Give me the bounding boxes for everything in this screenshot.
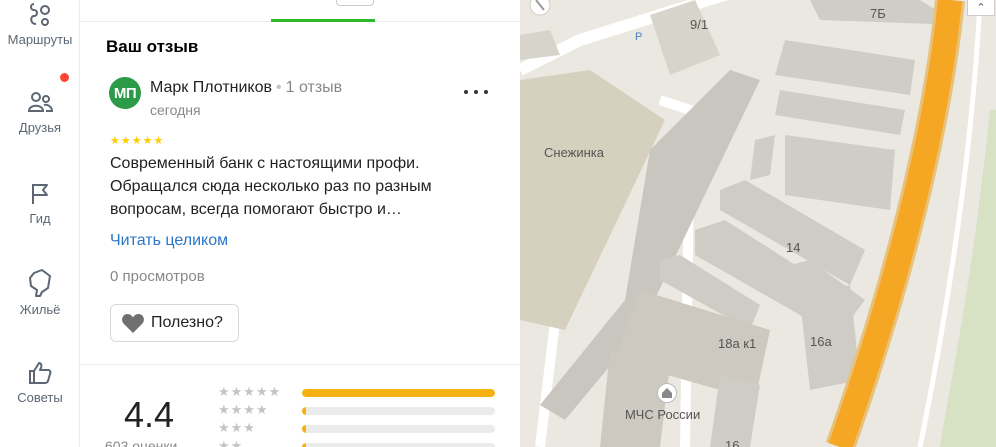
more-dot-icon (474, 90, 478, 94)
review-author-line: Марк Плотников • 1 отзыв (150, 79, 342, 97)
map-label-16: 16 (725, 438, 740, 447)
review-date: сегодня (150, 102, 201, 118)
guide-flag-icon (32, 184, 48, 204)
rating-bar-fill (302, 425, 306, 433)
rating-bar-fill (302, 389, 495, 397)
rating-value: 4.4 (124, 394, 175, 435)
rating-bar-fill (302, 443, 306, 447)
panel-tabs (80, 0, 520, 22)
map-scroll-up-button[interactable]: ⌃ (967, 0, 995, 16)
rating-row-stars: ★★★★★ (218, 384, 282, 399)
map-view[interactable]: P 9/1 7Б Снежинка 14 18а к1 16а МЧС Росс… (520, 0, 996, 447)
svg-text:P: P (635, 31, 642, 43)
rating-bar-track (302, 389, 495, 397)
review-stars: ★★★★★ (110, 135, 165, 147)
nav-item-guide[interactable]: Гид (0, 181, 80, 226)
map-label-9-1: 9/1 (690, 17, 709, 32)
nav-item-friends[interactable]: Друзья (0, 90, 80, 135)
nav-label-friends: Друзья (18, 120, 62, 135)
active-tab-indicator (271, 19, 375, 22)
map-label-16a: 16а (810, 334, 832, 349)
useful-label: Полезно? (151, 314, 223, 331)
rating-bar-track (302, 443, 495, 447)
rating-row-stars: ★★★ (218, 420, 256, 435)
nav-item-tips[interactable]: Советы (0, 360, 80, 405)
review-text: Современный банк с настоящими профи. Обр… (110, 155, 432, 218)
left-navigation: Маршруты Друзья Гид Жильё Советы (0, 0, 80, 447)
routes-icon (30, 3, 50, 26)
more-dot-icon (464, 90, 468, 94)
nav-label-housing: Жильё (19, 302, 61, 317)
more-options-button[interactable] (464, 82, 488, 102)
nav-item-routes[interactable]: Маршруты (0, 2, 80, 47)
thumb-up-icon (29, 362, 52, 384)
read-more-link[interactable]: Читать целиком (110, 232, 228, 250)
separator-dot: • (276, 79, 282, 96)
section-title: Ваш отзыв (106, 37, 199, 56)
nav-label-guide: Гид (29, 211, 51, 226)
review-panel: Ваш отзыв МП Марк Плотников • 1 отзыв сего… (80, 0, 520, 447)
rating-bar-fill (302, 407, 306, 415)
rating-row-stars: ★★ (218, 438, 244, 447)
section-divider (80, 364, 520, 365)
views-count: 0 просмотров (110, 268, 205, 285)
heart-icon (122, 314, 144, 333)
author-review-count: 1 отзыв (285, 79, 343, 96)
map-label-7b: 7Б (870, 6, 886, 21)
rating-bar-track (302, 425, 495, 433)
friends-icon (27, 92, 54, 112)
friends-notification-badge (60, 73, 69, 82)
map-label-mchs: МЧС России (625, 407, 701, 422)
housing-icon (29, 269, 51, 297)
more-dot-icon (484, 90, 488, 94)
rating-bar-track (302, 407, 495, 415)
map-label-14: 14 (786, 240, 801, 255)
emergency-service-marker[interactable] (657, 383, 677, 403)
avatar[interactable]: МП (109, 77, 141, 109)
tab-partial[interactable] (336, 0, 374, 6)
rating-row-stars: ★★★★ (218, 402, 269, 417)
building-marker-icon (662, 388, 672, 398)
map-label-18a-k1: 18а к1 (718, 336, 757, 351)
nav-label-tips: Советы (17, 390, 63, 405)
rating-count: 603 оценки (105, 438, 178, 447)
nav-label-routes: Маршруты (7, 32, 73, 47)
nav-item-housing[interactable]: Жильё (0, 268, 80, 317)
author-name[interactable]: Марк Плотников (150, 79, 272, 96)
useful-button[interactable]: Полезно? (110, 304, 239, 342)
chevron-up-icon: ⌃ (976, 2, 986, 14)
map-canvas[interactable]: P (520, 0, 996, 447)
map-label-snezhinka: Снежинка (544, 145, 604, 160)
